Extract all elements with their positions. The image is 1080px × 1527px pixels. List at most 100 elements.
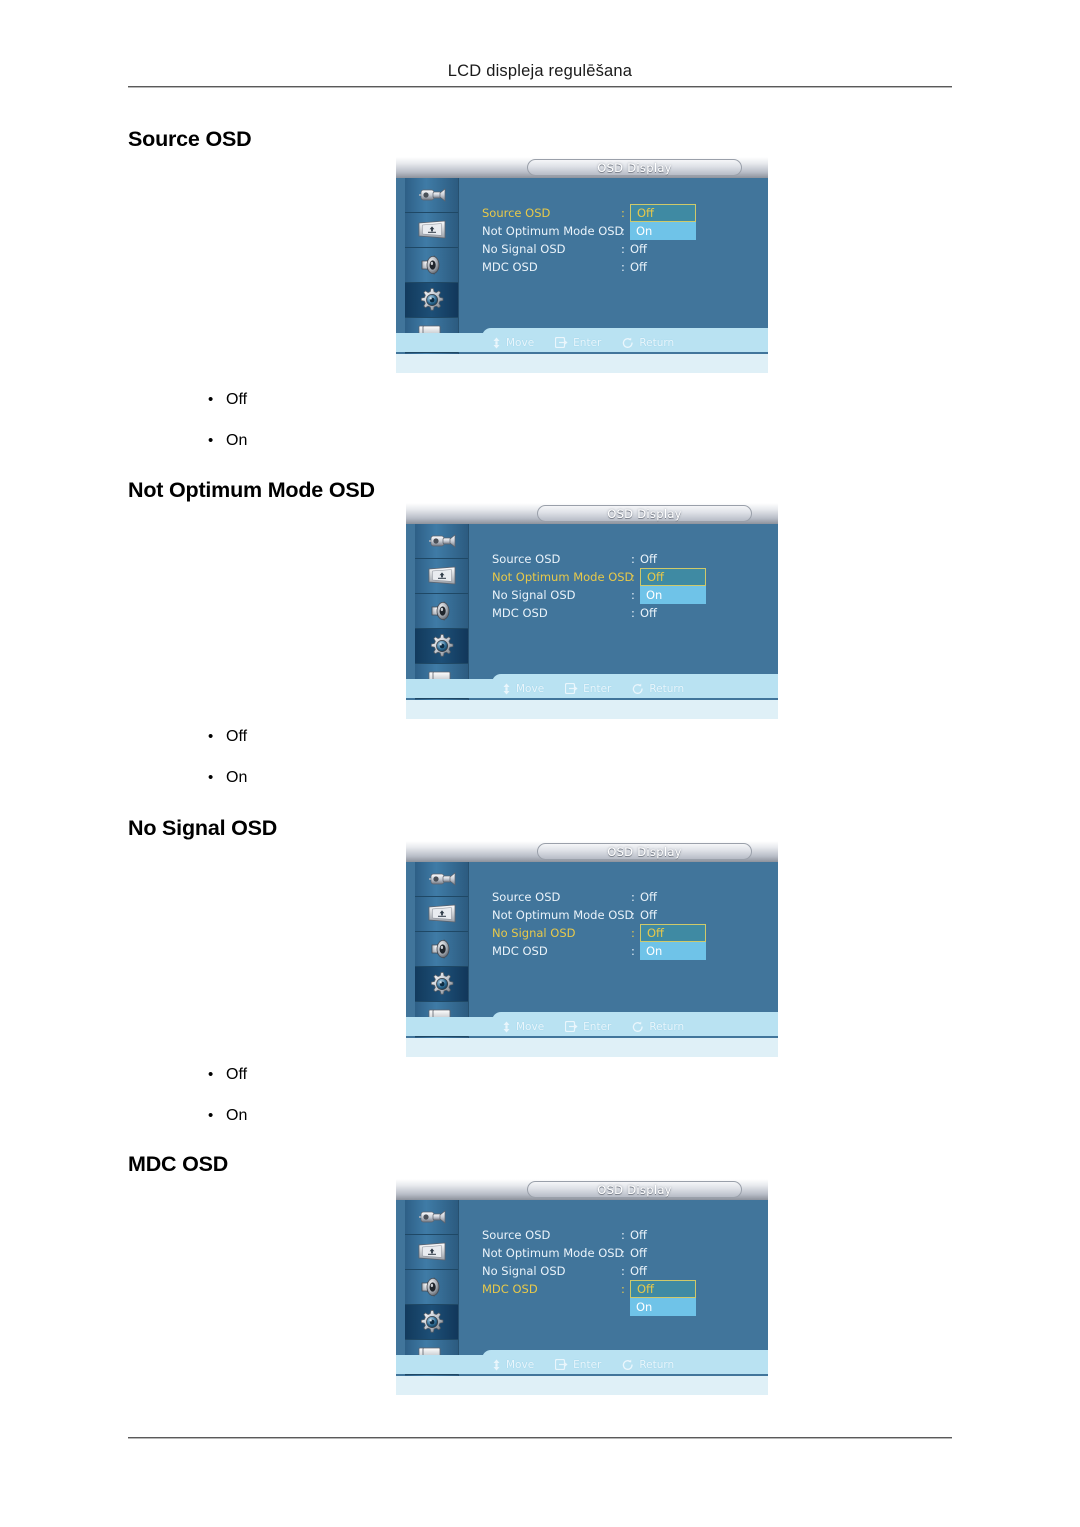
option-label: On (226, 432, 248, 449)
option-bullet-item: • On (208, 769, 247, 810)
osd-menu-row[interactable]: Not Optimum Mode OSD: On (482, 222, 762, 240)
osd-hint-return: Return (632, 683, 684, 695)
osd-nav-item-2[interactable] (415, 932, 468, 967)
osd-dropdown-option[interactable]: On (640, 942, 706, 960)
return-icon (632, 683, 644, 695)
osd-value-dropdown[interactable]: Off On (630, 1280, 696, 1316)
osd-row-value: Off (640, 606, 657, 620)
osd-dropdown-option[interactable]: Off (630, 204, 696, 222)
osd-menu-row[interactable]: Not Optimum Mode OSD: Off (492, 568, 772, 586)
osd-nav-item-3[interactable] (415, 629, 468, 664)
osd-nav-item-3[interactable] (405, 283, 458, 318)
option-label: Off (226, 728, 248, 745)
osd-value-dropdown[interactable]: Off On (640, 924, 706, 960)
osd-row-value: Off (630, 1246, 647, 1260)
osd-menu-row[interactable]: Not Optimum Mode OSD: Off (492, 906, 772, 924)
osd-hint-label: Move (516, 682, 545, 695)
option-bullet-item: • Off (208, 1066, 247, 1107)
osd-nav-item-1[interactable] (415, 897, 468, 932)
bullet-glyph: • (208, 432, 214, 449)
osd-row-value: Off (630, 1264, 647, 1278)
osd-title: OSD Display (597, 1183, 672, 1197)
osd-dropdown-option[interactable]: On (630, 222, 696, 240)
return-icon (622, 1359, 634, 1371)
osd-nav-item-2[interactable] (415, 594, 468, 629)
osd-footer: Move Enter Return (396, 1350, 768, 1374)
osd-row-label: Source OSD (482, 1228, 551, 1242)
osd-menu-row[interactable]: Source OSD: Off (492, 550, 772, 568)
page-header-title: LCD displeja regulēšana (447, 62, 633, 80)
osd-menu-row[interactable]: No Signal OSD: Off (482, 240, 762, 258)
osd-menu-row[interactable]: Source OSD: Off (482, 1226, 762, 1244)
section-heading: MDC OSD (128, 1152, 229, 1176)
osd-row-label: MDC OSD (482, 260, 538, 274)
osd-value-dropdown[interactable]: Off On (630, 204, 696, 240)
osd-hint-label: Return (649, 682, 685, 695)
osd-menu-row[interactable]: MDC OSD: (482, 1280, 762, 1298)
move-updown-icon (492, 337, 501, 349)
osd-nav-item-3[interactable] (415, 967, 468, 1002)
option-bullet-list: • Off • On (208, 1066, 247, 1148)
osd-menu-screenshot: OSD DisplaySource OSD:OffNot Optimum Mod… (406, 841, 778, 1057)
osd-menu-row[interactable]: Source OSD: Off (482, 204, 762, 222)
osd-hint-enter: Enter (555, 337, 601, 349)
osd-nav-item-0[interactable] (415, 862, 468, 897)
osd-value-dropdown[interactable]: Off On (640, 568, 706, 604)
osd-row-colon: : (621, 242, 625, 256)
osd-row-value: Off (630, 1228, 647, 1242)
osd-row-label: Not Optimum Mode OSD (482, 1246, 624, 1260)
osd-footer: Move Enter Return (406, 1012, 778, 1036)
osd-dropdown-option[interactable]: On (640, 586, 706, 604)
setup-gear-icon (418, 287, 446, 313)
osd-row-label: Not Optimum Mode OSD (482, 224, 624, 238)
osd-nav-item-0[interactable] (415, 524, 468, 559)
option-label: On (226, 1107, 248, 1124)
osd-row-label: Source OSD (492, 552, 561, 566)
osd-nav-item-1[interactable] (415, 559, 468, 594)
osd-row-colon: : (631, 908, 635, 922)
osd-row-label: No Signal OSD (492, 926, 576, 940)
osd-nav-item-3[interactable] (405, 1305, 458, 1340)
osd-menu-row[interactable]: MDC OSD: On (492, 942, 772, 960)
sound-speaker-icon (418, 1275, 446, 1299)
osd-menu-list: Source OSD:OffNot Optimum Mode OSD:OffNo… (492, 888, 772, 960)
osd-dropdown-option[interactable]: Off (640, 568, 706, 586)
osd-hint-enter: Enter (565, 683, 611, 695)
input-source-icon (427, 529, 457, 553)
osd-nav-item-0[interactable] (405, 1200, 458, 1235)
osd-dropdown-option[interactable]: On (630, 1298, 696, 1316)
osd-menu-row[interactable]: MDC OSD: Off (482, 258, 762, 276)
osd-menu-list: Source OSD:OffNot Optimum Mode OSD:OnNo … (482, 204, 762, 276)
osd-hint-return: Return (622, 1359, 674, 1371)
osd-menu-row[interactable]: No Signal OSD: Off (492, 924, 772, 942)
osd-row-label: MDC OSD (492, 606, 548, 620)
osd-nav-item-0[interactable] (405, 178, 458, 213)
osd-title: OSD Display (607, 507, 682, 521)
option-label: Off (226, 1066, 248, 1083)
osd-menu-row[interactable]: Source OSD: Off (492, 888, 772, 906)
osd-row-colon: : (621, 206, 625, 220)
osd-dropdown-option[interactable]: Off (630, 1280, 696, 1298)
osd-hint-move: Move (492, 337, 534, 349)
osd-nav-item-2[interactable] (405, 1270, 458, 1305)
setup-gear-icon (428, 633, 456, 659)
osd-hint-return: Return (622, 337, 674, 349)
osd-menu-row[interactable]: MDC OSD: Off (492, 604, 772, 622)
osd-dropdown-option[interactable]: Off (640, 924, 706, 942)
osd-nav-item-1[interactable] (405, 1235, 458, 1270)
osd-title: OSD Display (597, 161, 672, 175)
option-label: On (226, 769, 248, 786)
osd-hint-label: Enter (573, 1358, 602, 1371)
osd-row-colon: : (621, 1246, 625, 1260)
osd-menu-list: Source OSD:OffNot Optimum Mode OSD:OffNo… (482, 1226, 762, 1298)
osd-nav-item-2[interactable] (405, 248, 458, 283)
option-bullet-list: • Off • On (208, 728, 247, 810)
osd-nav-item-1[interactable] (405, 213, 458, 248)
osd-row-label: MDC OSD (482, 1282, 538, 1296)
osd-menu-row[interactable]: No Signal OSD: Off (482, 1262, 762, 1280)
osd-menu-row[interactable]: Not Optimum Mode OSD: Off (482, 1244, 762, 1262)
osd-hint-label: Move (506, 1358, 535, 1371)
picture-display-icon (417, 219, 447, 241)
section-heading: No Signal OSD (128, 816, 278, 840)
osd-menu-row[interactable]: No Signal OSD: On (492, 586, 772, 604)
